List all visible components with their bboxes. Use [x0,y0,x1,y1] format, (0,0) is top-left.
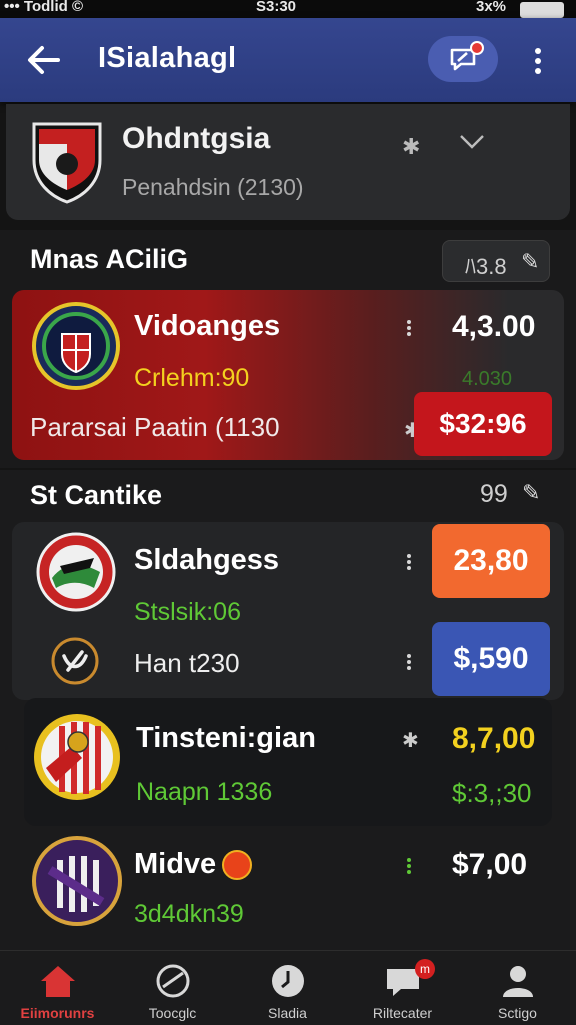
team-subtitle: Stslsik:06 [134,598,241,626]
app-bar: ISialahagl [0,18,576,102]
odds-value-secondary: $:3,;30 [452,778,532,808]
team-subtitle: 3d4dkn39 [134,900,244,928]
battery-icon [520,2,564,18]
profile-icon [503,966,533,997]
pin-icon[interactable]: ✱ [402,728,419,753]
edit-icon[interactable]: ✎ [522,480,540,506]
featured-detail: Pararsai Paatin (1130 [30,412,280,442]
notification-dot [470,41,484,55]
section-badge[interactable]: ﾊ3.8 ✎ [442,240,550,282]
odds-value[interactable]: $7,00 [452,848,527,882]
status-bar: ••• Todlid © S3:30 3x% [0,0,576,18]
chevron-down-icon[interactable] [458,132,486,157]
more-options-icon[interactable] [406,318,412,338]
team-crest-icon [32,302,120,390]
more-options-icon[interactable] [406,652,412,672]
team-crest-icon [32,712,122,802]
live-icon [222,850,252,880]
section-title: Mnas ACiliG [30,244,189,274]
featured-odds-faint: 4.030 [462,368,513,390]
whistle-icon [156,964,190,998]
nav-profile[interactable]: Sctigo [460,951,575,1025]
pin-icon[interactable]: ✱ [402,134,420,160]
favorite-team-name: Ohdntgsia [122,122,271,155]
team-name: Tinsteni:gian [136,722,316,754]
edit-icon: ✎ [521,249,540,274]
team-name: Sldahgess [134,544,280,576]
nav-chat[interactable]: m Riltecater [345,951,460,1025]
nav-label: Toocglc [148,1005,197,1021]
back-arrow-icon[interactable] [22,40,66,80]
featured-odds: 4,3.00 [452,310,536,343]
section-count: 99 [480,480,508,508]
section-title: St Cantike [30,480,163,510]
chat-button[interactable] [428,36,498,82]
more-options-icon[interactable] [406,856,412,876]
status-battery-text: 3x% [476,0,507,15]
team-crest-icon [36,532,116,612]
team-crest-icon [32,836,122,926]
nav-home[interactable]: Eiimorunrs [0,951,115,1025]
nav-label: Eiimorunrs [20,1005,95,1021]
favorite-team-subtitle: Penahdsin (2130) [122,174,304,200]
status-time: S3:30 [256,0,297,15]
status-carrier: ••• Todlid © [4,0,84,15]
team-name: Midve [134,848,217,880]
more-options-icon[interactable] [406,552,412,572]
featured-team-subtitle: Crlehm:90 [134,364,250,392]
featured-price-button[interactable]: $32:96 [414,392,552,456]
team-crest-icon [50,636,100,686]
team-crest-icon [30,120,104,204]
home-icon [41,966,75,997]
price-button[interactable]: $,590 [432,622,550,696]
nav-label: Sctigo [498,1005,537,1021]
nav-clock[interactable]: Sladia [230,951,345,1025]
nav-label: Riltecater [372,1005,433,1021]
nav-whistle[interactable]: Toocglc [115,951,230,1025]
bottom-navigation: Eiimorunrs Toocglc Sladia m Riltecater S… [0,950,576,1025]
team-name: Han t230 [134,648,240,678]
odds-value[interactable]: 8,7,00 [452,722,535,756]
more-vert-icon[interactable] [530,46,546,76]
section-badge-text: ﾊ3.8 [465,254,507,279]
price-button[interactable]: 23,80 [432,524,550,598]
nav-label: Sladia [268,1005,307,1021]
featured-team-name: Vidoanges [134,310,281,342]
page-title: ISialahagl [98,42,237,74]
notification-badge: m [415,959,435,979]
team-subtitle: Naapn 1336 [136,778,273,806]
clock-icon [272,965,304,997]
